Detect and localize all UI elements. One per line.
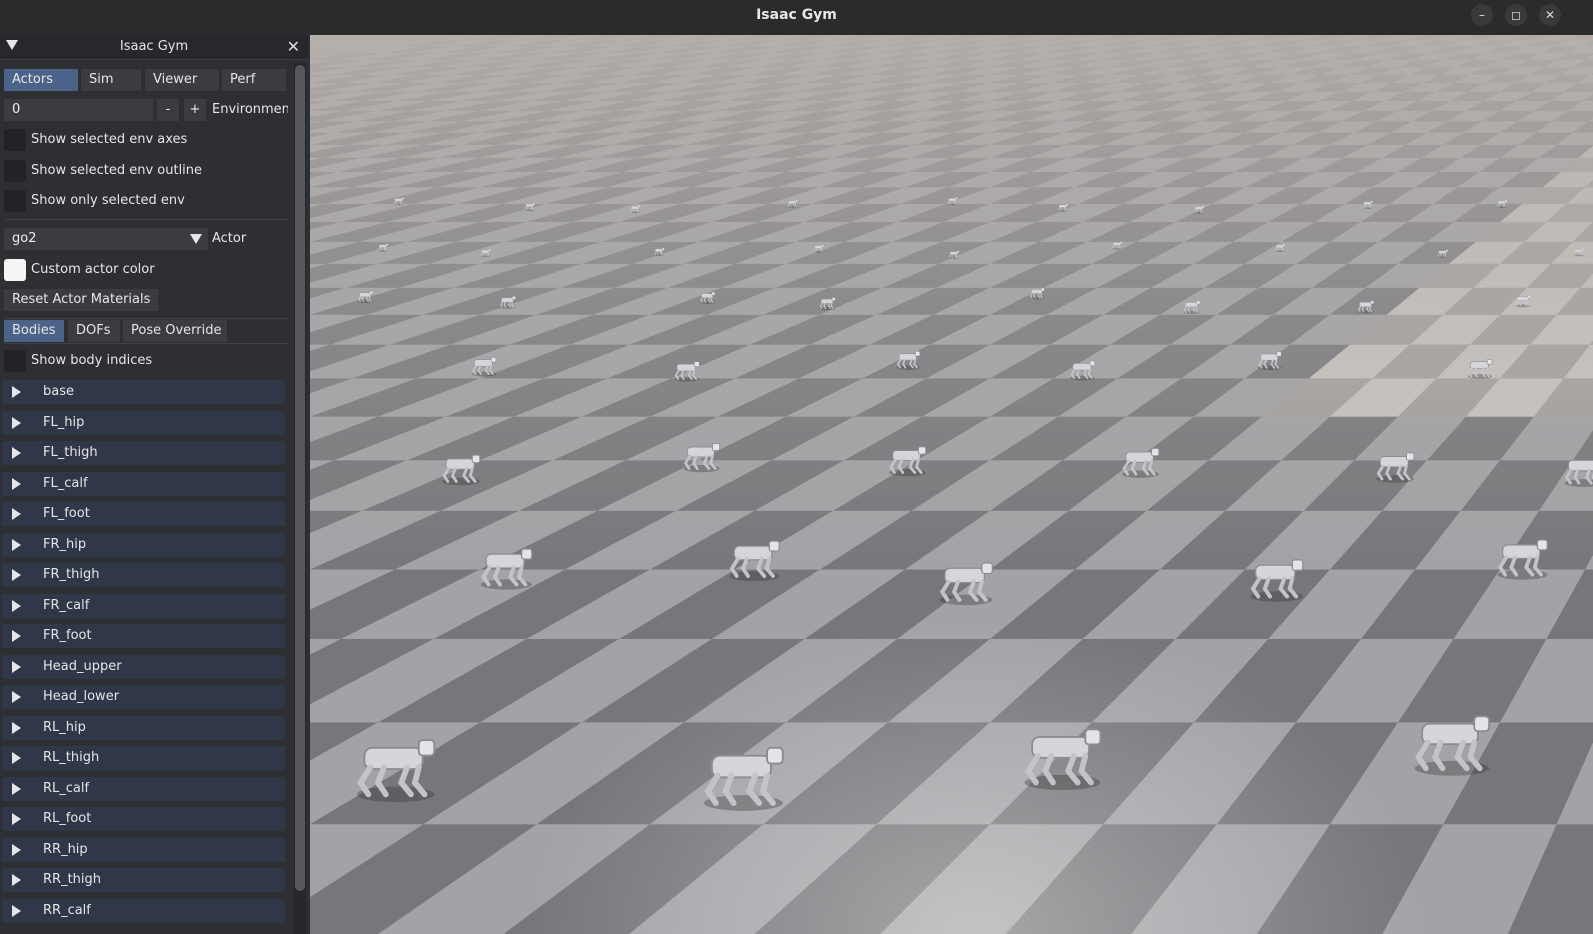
tree-node-label: FR_foot [43,628,92,643]
expand-arrow-icon[interactable] [12,538,21,551]
tree-node-label: RL_foot [43,811,92,826]
divider [4,343,288,344]
tree-node-label: FL_foot [43,506,90,521]
show-only-selected-env-checkbox[interactable] [4,190,26,212]
tree-node[interactable]: FR_calf [2,593,285,618]
expand-arrow-icon[interactable] [12,630,21,642]
tab-actors[interactable]: Actors [4,69,78,91]
tree-node-label: FL_thigh [43,445,98,460]
expand-arrow-icon[interactable] [12,843,21,856]
tree-node[interactable]: FR_thigh [2,563,285,587]
expand-arrow-icon[interactable] [12,660,21,673]
tab-sim[interactable]: Sim [81,69,141,91]
window-title: Isaac Gym [756,7,837,23]
tree-node-label: FL_calf [43,475,88,491]
tree-node[interactable]: RR_calf [2,898,285,923]
tab-perf[interactable]: Perf [222,69,286,91]
subtab-bodies[interactable]: Bodies [4,320,64,342]
expand-arrow-icon[interactable] [12,569,21,581]
expand-arrow-icon[interactable] [12,386,21,398]
expand-arrow-icon[interactable] [12,447,21,459]
scrollbar-thumb[interactable] [295,65,305,891]
tree-node-label: RL_thigh [43,750,100,765]
expand-arrow-icon[interactable] [12,721,21,734]
panel-scrollbar[interactable] [294,63,306,934]
show-env-axes-checkbox[interactable] [4,129,26,151]
increment-button[interactable]: + [184,99,206,121]
tree-node-label: Head_upper [43,658,122,674]
show-env-axes-label: Show selected env axes [31,132,188,147]
tree-node[interactable]: FL_calf [2,471,285,496]
tree-node-label: RL_calf [43,780,90,796]
expand-arrow-icon[interactable] [12,874,21,886]
tree-node-label: RR_hip [43,841,88,857]
panel-title: Isaac Gym [119,39,189,54]
panel-header: Isaac Gym ✕ [0,35,308,60]
divider [4,219,288,220]
tree-node[interactable]: FR_hip [2,532,285,557]
tree-node[interactable]: RL_thigh [2,746,285,770]
environment-label: Environment [212,102,288,117]
show-env-outline-checkbox[interactable] [4,160,26,182]
subtab-dofs[interactable]: DOFs [68,320,120,342]
tree-node-label: FR_calf [43,597,90,613]
tree-node-label: FR_hip [43,536,87,552]
environment-index-input[interactable]: 0 [4,99,153,121]
expand-arrow-icon[interactable] [12,813,21,825]
show-body-indices-label: Show body indices [31,353,153,368]
tree-node[interactable]: RR_hip [2,837,285,862]
expand-arrow-icon[interactable] [12,752,21,764]
show-env-outline-label: Show selected env outline [31,163,203,178]
tree-node-label: FL_hip [43,414,85,430]
expand-arrow-icon[interactable] [12,691,21,703]
decrement-button[interactable]: - [157,99,179,121]
custom-actor-color-swatch[interactable] [4,259,26,281]
tab-viewer[interactable]: Viewer [145,69,219,91]
tree-node-label: FR_thigh [43,567,100,582]
tree-node[interactable]: FL_hip [2,410,285,435]
expand-arrow-icon[interactable] [12,508,21,520]
reset-actor-materials-button[interactable]: Reset Actor Materials [4,289,159,311]
subtab-pose-override[interactable]: Pose Override [123,320,227,342]
show-only-selected-env-label: Show only selected env [31,193,185,208]
tree-node[interactable]: RL_hip [2,715,285,740]
tree-node-label: RL_hip [43,719,86,735]
tree-node[interactable]: Head_upper [2,654,285,679]
tree-node[interactable]: FL_foot [2,502,285,526]
expand-arrow-icon[interactable] [12,904,21,917]
tree-node[interactable]: RL_calf [2,776,285,801]
tree-node[interactable]: RR_thigh [2,868,285,892]
divider [4,318,288,319]
tree-node[interactable]: FR_foot [2,624,285,648]
expand-arrow-icon[interactable] [12,416,21,429]
tree-node[interactable]: base [2,380,285,404]
minimize-icon[interactable]: – [1471,4,1493,26]
actor-select[interactable]: go2 [4,228,208,250]
expand-arrow-icon[interactable] [12,477,21,490]
tree-node-label: RR_calf [43,902,91,918]
custom-actor-color-label: Custom actor color [31,262,155,277]
isaac-gym-panel: Isaac Gym ✕ Actors Sim Viewer Perf 0 - +… [0,35,310,934]
chevron-down-icon[interactable] [190,234,202,244]
expand-arrow-icon[interactable] [12,599,21,612]
checkerboard-ground [310,35,1593,934]
simulation-viewport[interactable] [310,35,1593,934]
close-icon[interactable]: ✕ [1539,4,1561,26]
close-icon[interactable]: ✕ [287,35,300,59]
tree-node[interactable]: FL_thigh [2,441,285,465]
tree-node[interactable]: Head_lower [2,685,285,709]
actor-label: Actor [212,231,247,246]
tree-node-label: base [43,384,74,399]
window-title-bar: Isaac Gym – ◻ ✕ [0,0,1593,35]
tree-node[interactable]: RL_foot [2,807,285,831]
tree-node-label: RR_thigh [43,872,102,887]
tree-node-label: Head_lower [43,689,120,704]
body-tree-list: base FL_hip FL_thigh FL_calf FL_foot FR_hip FR… [0,380,290,934]
actor-select-value: go2 [12,231,37,246]
show-body-indices-checkbox[interactable] [4,350,26,372]
maximize-icon[interactable]: ◻ [1505,4,1527,26]
expand-arrow-icon[interactable] [12,782,21,795]
